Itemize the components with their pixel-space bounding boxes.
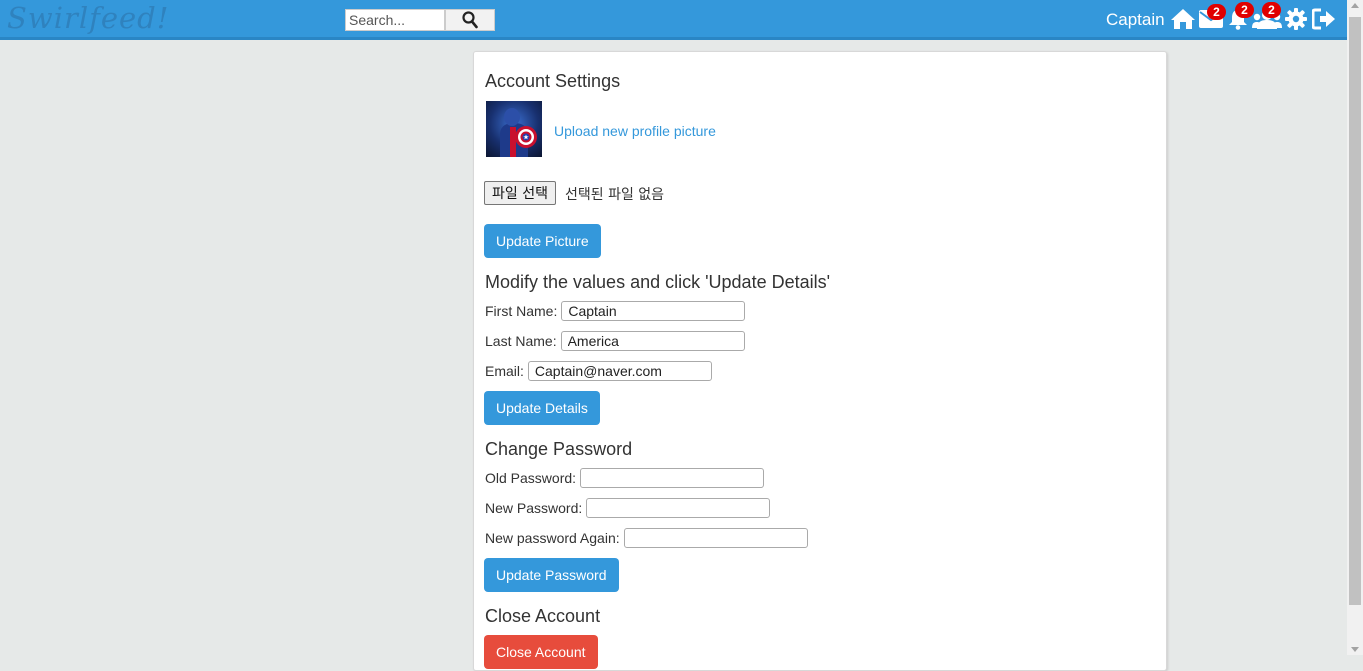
update-picture-button[interactable]: Update Picture <box>484 224 601 258</box>
new-password-again-label: New password Again: <box>485 530 620 546</box>
settings-link[interactable] <box>1285 8 1307 35</box>
email-row: Email: <box>485 361 712 381</box>
old-password-label: Old Password: <box>485 470 577 486</box>
site-logo[interactable]: Swirlfeed! <box>7 1 169 35</box>
new-password-again-row: New password Again: <box>485 528 808 548</box>
search-icon <box>462 11 478 29</box>
close-account-heading: Close Account <box>485 606 601 626</box>
details-heading: Modify the values and click 'Update Deta… <box>485 272 831 292</box>
last-name-row: Last Name: <box>485 331 745 351</box>
scroll-thumb[interactable] <box>1349 17 1361 605</box>
username-link[interactable]: Captain <box>1106 10 1165 30</box>
logout-link[interactable] <box>1311 8 1336 35</box>
profile-picture <box>486 101 542 157</box>
first-name-label: First Name: <box>485 303 558 319</box>
scroll-down-arrow-icon[interactable] <box>1351 647 1359 652</box>
old-password-input[interactable] <box>580 468 765 488</box>
new-password-row: New Password: <box>485 498 771 518</box>
friend-requests-link[interactable]: 2 <box>1252 2 1282 35</box>
gear-icon <box>1285 8 1307 30</box>
sign-out-icon <box>1311 8 1335 30</box>
update-password-button[interactable]: Update Password <box>484 558 619 592</box>
new-password-again-input[interactable] <box>623 528 808 548</box>
close-account-button[interactable]: Close Account <box>484 635 598 669</box>
home-icon <box>1171 9 1195 29</box>
search-button[interactable] <box>445 9 495 31</box>
account-settings-heading: Account Settings <box>485 71 621 91</box>
scroll-up-arrow-icon[interactable] <box>1351 3 1359 8</box>
last-name-input[interactable] <box>560 331 745 351</box>
search-input[interactable] <box>345 9 445 31</box>
upload-picture-link[interactable]: Upload new profile picture <box>554 123 716 139</box>
old-password-row: Old Password: <box>485 468 765 488</box>
home-link[interactable] <box>1170 8 1196 35</box>
page-scrollbar[interactable] <box>1347 0 1363 655</box>
choose-file-button[interactable]: 파일 선택 <box>484 181 556 205</box>
last-name-label: Last Name: <box>485 333 557 349</box>
update-details-button[interactable]: Update Details <box>484 391 600 425</box>
messages-badge: 2 <box>1207 4 1226 20</box>
first-name-input[interactable] <box>561 301 746 321</box>
friend-requests-badge: 2 <box>1262 2 1281 18</box>
first-name-row: First Name: <box>485 301 746 321</box>
new-password-input[interactable] <box>586 498 771 518</box>
messages-link[interactable]: 2 <box>1199 4 1226 33</box>
new-password-label: New Password: <box>485 500 583 516</box>
top-navbar: Swirlfeed! Captain 2 2 <box>0 0 1347 40</box>
email-label: Email: <box>485 363 524 379</box>
file-status-text: 선택된 파일 없음 <box>565 187 665 203</box>
notifications-link[interactable]: 2 <box>1227 2 1254 35</box>
settings-panel: Account Settings Upload new profile pict… <box>473 51 1167 671</box>
change-password-heading: Change Password <box>485 439 633 459</box>
email-input[interactable] <box>527 361 712 381</box>
